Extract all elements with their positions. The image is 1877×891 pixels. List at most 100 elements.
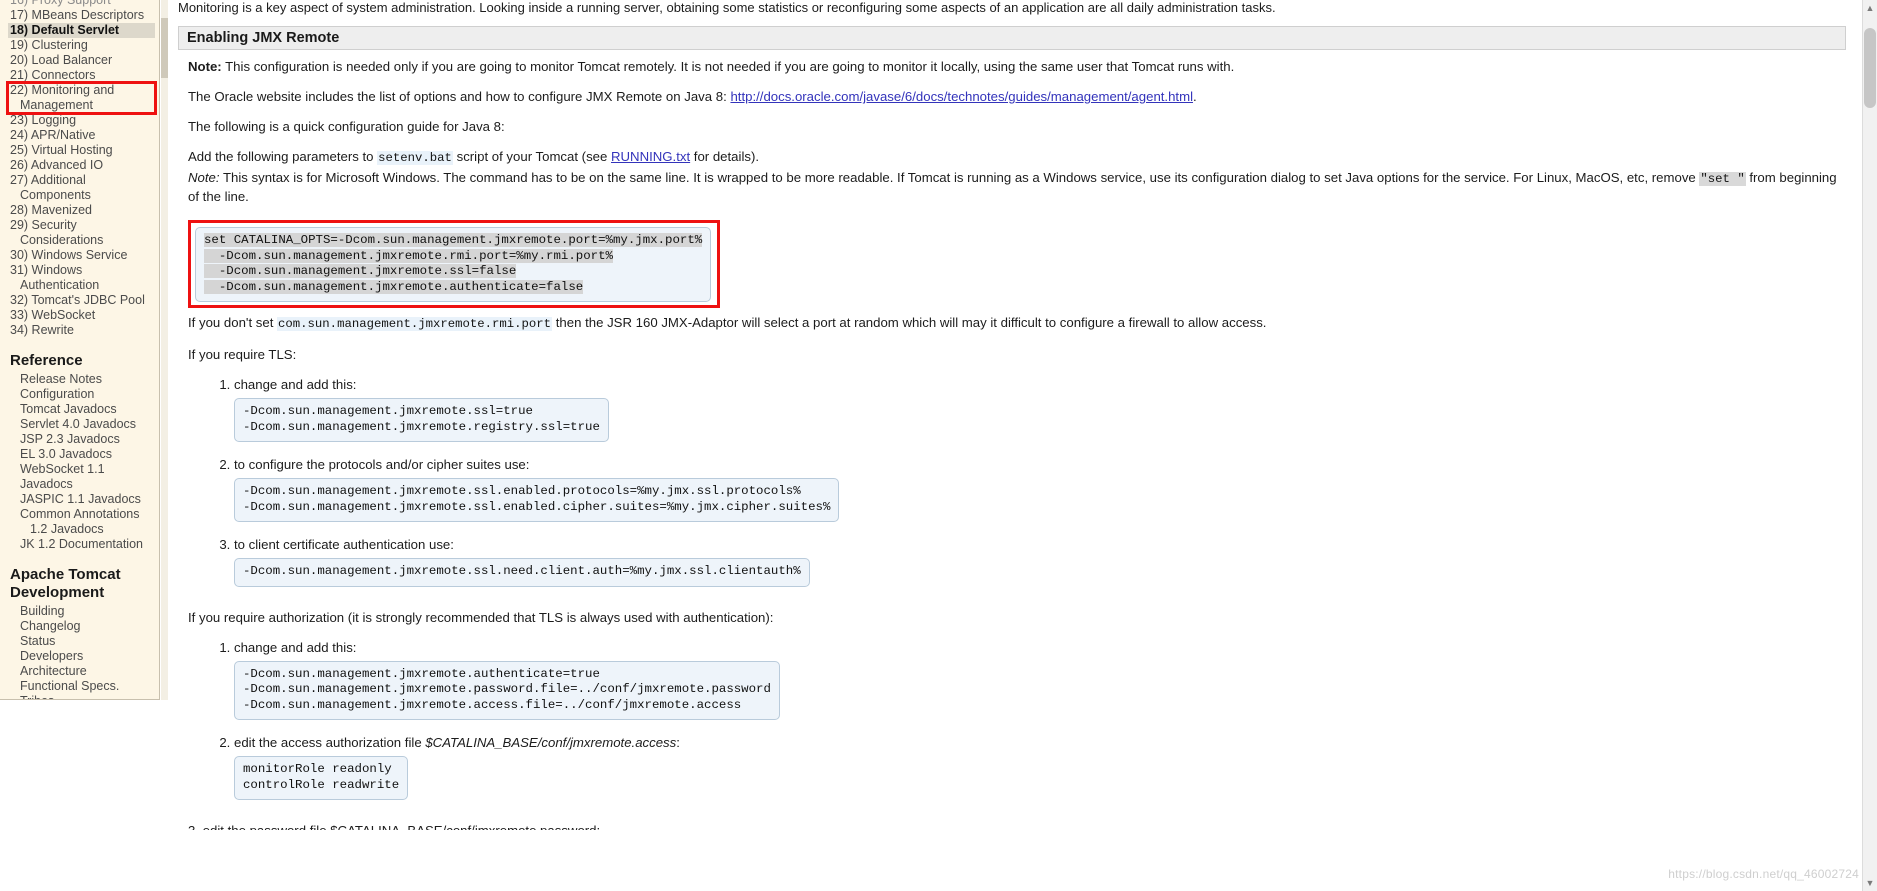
- sidebar-development-item-5[interactable]: Functional Specs.: [8, 679, 155, 694]
- syntax-note-paragraph: Note: This syntax is for Microsoft Windo…: [188, 169, 1846, 205]
- rmi-port-property-code: com.sun.management.jmxremote.rmi.port: [277, 317, 553, 331]
- sidebar-item-15[interactable]: 31) Windows Authentication: [8, 263, 155, 293]
- oracle-prefix-text: The Oracle website includes the list of …: [188, 89, 731, 104]
- page-scrollbar-track[interactable]: ▲ ▼: [1862, 0, 1877, 891]
- sidebar-chapter-list: 16) Proxy Support 17) MBeans Descriptors 1…: [6, 0, 157, 338]
- authorization-intro-paragraph: If you require authorization (it is stro…: [188, 609, 774, 625]
- tls-step-label-2: to client certificate authentication use…: [234, 537, 454, 552]
- sidebar-development-item-3[interactable]: Developers: [8, 649, 155, 664]
- code-line-0: set CATALINA_OPTS=-Dcom.sun.management.j…: [204, 233, 703, 247]
- tls-step-0: change and add this: -Dcom.sun.management…: [234, 376, 1846, 454]
- code-line-1: -Dcom.sun.management.jmxremote.rmi.port=…: [204, 248, 613, 263]
- sidebar-item-5[interactable]: 21) Connectors: [8, 68, 155, 83]
- sidebar-reference-item-9[interactable]: 1.2 Javadocs: [8, 522, 155, 537]
- main-content: Monitoring is a key aspect of system adm…: [168, 0, 1858, 891]
- sidebar-scrollbar-thumb[interactable]: [161, 18, 168, 78]
- rmi-suffix-text: then the JSR 160 JMX-Adaptor will select…: [552, 315, 1267, 330]
- catalina-opts-code-lines: set CATALINA_OPTS=-Dcom.sun.management.j…: [204, 233, 703, 295]
- running-txt-link[interactable]: RUNNING.txt: [611, 149, 690, 164]
- highlighted-code-region: set CATALINA_OPTS=-Dcom.sun.management.j…: [188, 220, 721, 308]
- set-keyword-code: "set ": [1699, 172, 1746, 186]
- tls-code-1-line-1: -Dcom.sun.management.jmxremote.ssl.enabl…: [243, 499, 831, 514]
- sidebar-item-1[interactable]: 17) MBeans Descriptors: [8, 8, 155, 23]
- sidebar-scrollbar-track[interactable]: [161, 0, 168, 700]
- sidebar-item-14[interactable]: 30) Windows Service: [8, 248, 155, 263]
- add-params-suffix-text: for details).: [690, 149, 760, 164]
- sidebar-item-4[interactable]: 20) Load Balancer: [8, 53, 155, 68]
- sidebar-reference-item-5[interactable]: EL 3.0 Javadocs: [8, 447, 155, 462]
- sidebar-reference-item-10[interactable]: JK 1.2 Documentation: [8, 537, 155, 552]
- authz-step-label-0: change and add this:: [234, 639, 357, 655]
- oracle-website-paragraph: The Oracle website includes the list of …: [188, 88, 1846, 105]
- add-parameters-paragraph: Add the following parameters to setenv.b…: [188, 148, 1846, 167]
- syntax-note-label: Note:: [188, 170, 220, 185]
- tls-step-label-0: change and add this:: [234, 377, 357, 392]
- authz-code-0-line-1: -Dcom.sun.management.jmxremote.password.…: [243, 682, 771, 696]
- authz-step-1: edit the access authorization file $CATA…: [234, 734, 1846, 812]
- scroll-up-arrow-icon[interactable]: ▲: [1865, 3, 1875, 13]
- sidebar-reference-list: Release Notes Configuration Tomcat Javadoc…: [8, 372, 155, 552]
- sidebar-heading-development: Apache Tomcat Development: [10, 566, 121, 601]
- authz-step-0: change and add this: -Dcom.sun.management…: [234, 639, 1846, 733]
- sidebar-reference-item-7[interactable]: JASPIC 1.1 Javadocs: [8, 492, 155, 507]
- sidebar-item-12[interactable]: 28) Mavenized: [8, 203, 155, 218]
- page-scrollbar-thumb[interactable]: [1864, 28, 1876, 108]
- authz-code-1-line-0: monitorRole readonly: [243, 762, 392, 776]
- clipped-bottom-step: 3. edit the password file $CATALINA_BASE…: [188, 822, 1846, 830]
- tls-steps-list: change and add this: -Dcom.sun.management…: [188, 376, 1846, 599]
- sidebar-development-list: Building Changelog Status Developers Archite…: [8, 604, 155, 699]
- code-line-3: -Dcom.sun.management.jmxremote.authentic…: [204, 279, 584, 294]
- authorization-steps-list: change and add this: -Dcom.sun.management…: [188, 639, 1846, 813]
- sidebar-development-item-6[interactable]: Tribes: [8, 694, 155, 699]
- authz-code-1-line-1: controlRole readwrite: [243, 777, 400, 792]
- catalina-opts-code-block: set CATALINA_OPTS=-Dcom.sun.management.j…: [195, 227, 712, 302]
- sidebar-item-18[interactable]: 34) Rewrite: [8, 323, 155, 338]
- sidebar-item-9[interactable]: 25) Virtual Hosting: [8, 143, 155, 158]
- authz-code-0-line-2: -Dcom.sun.management.jmxremote.access.fi…: [243, 697, 742, 712]
- authz-step-label-1: edit the access authorization file $CATA…: [234, 735, 680, 750]
- sidebar-item-8[interactable]: 24) APR/Native: [8, 128, 155, 143]
- quick-guide-paragraph: The following is a quick configuration g…: [188, 119, 505, 134]
- sidebar-development-item-1[interactable]: Changelog: [8, 619, 155, 634]
- sidebar-item-16[interactable]: 32) Tomcat's JDBC Pool: [8, 293, 155, 308]
- oracle-suffix-text: .: [1193, 89, 1197, 104]
- tls-intro-paragraph: If you require TLS:: [188, 347, 297, 362]
- sidebar-reference-item-8[interactable]: Common Annotations: [8, 507, 155, 522]
- sidebar-development-item-2[interactable]: Status: [8, 634, 155, 649]
- tls-code-2: -Dcom.sun.management.jmxremote.ssl.need.…: [234, 558, 810, 587]
- sidebar-item-6[interactable]: 22) Monitoring and Management: [6, 81, 157, 115]
- sidebar-item-7[interactable]: 23) Logging: [8, 113, 155, 128]
- sidebar-item-3[interactable]: 19) Clustering: [8, 38, 155, 53]
- tls-code-1: -Dcom.sun.management.jmxremote.ssl.enabl…: [234, 478, 840, 522]
- tls-code-0: -Dcom.sun.management.jmxremote.ssl=true -…: [234, 398, 609, 442]
- intro-paragraph-clipped: Monitoring is a key aspect of system adm…: [178, 0, 1276, 15]
- scroll-down-arrow-icon[interactable]: ▼: [1865, 878, 1875, 888]
- sidebar-heading-reference: Reference: [10, 352, 83, 369]
- tls-code-0-line-1: -Dcom.sun.management.jmxremote.registry.…: [243, 419, 600, 434]
- sidebar-item-10[interactable]: 26) Advanced IO: [8, 158, 155, 173]
- section-title-enabling-jmx-remote: Enabling JMX Remote: [178, 26, 1846, 50]
- syntax-note-text: This syntax is for Microsoft Windows. Th…: [219, 170, 1700, 185]
- oracle-agent-doc-link[interactable]: http://docs.oracle.com/javase/6/docs/tec…: [730, 89, 1193, 104]
- sidebar-reference-item-3[interactable]: Servlet 4.0 Javadocs: [8, 417, 155, 432]
- sidebar-reference-item-2[interactable]: Tomcat Javadocs: [8, 402, 155, 417]
- sidebar-item-13[interactable]: 29) Security Considerations: [8, 218, 155, 248]
- sidebar-navigation: 16) Proxy Support 17) MBeans Descriptors 1…: [0, 0, 160, 700]
- tls-code-1-line-0: -Dcom.sun.management.jmxremote.ssl.enabl…: [243, 484, 801, 498]
- sidebar-development-item-4[interactable]: Architecture: [8, 664, 155, 679]
- sidebar-reference-item-6[interactable]: WebSocket 1.1 Javadocs: [8, 462, 155, 492]
- sidebar-item-17[interactable]: 33) WebSocket: [8, 308, 155, 323]
- sidebar-item-11[interactable]: 27) Additional Components: [8, 173, 155, 203]
- sidebar-development-item-0[interactable]: Building: [8, 604, 155, 619]
- authz-code-1: monitorRole readonly controlRole readwrit…: [234, 756, 409, 800]
- tls-step-1: to configure the protocols and/or cipher…: [234, 456, 1846, 534]
- sidebar-reference-item-1[interactable]: Configuration: [8, 387, 155, 402]
- watermark-text: https://blog.csdn.net/qq_46002724: [1668, 867, 1859, 881]
- sidebar-reference-item-4[interactable]: JSP 2.3 Javadocs: [8, 432, 155, 447]
- rmi-port-paragraph: If you don't set com.sun.management.jmxr…: [188, 314, 1846, 333]
- sidebar-reference-item-0[interactable]: Release Notes: [8, 372, 155, 387]
- sidebar-item-2[interactable]: 18) Default Servlet: [8, 23, 155, 38]
- authz-code-0-line-0: -Dcom.sun.management.jmxremote.authentic…: [243, 666, 600, 681]
- rmi-prefix-text: If you don't set: [188, 315, 278, 330]
- sidebar-item-0[interactable]: 16) Proxy Support: [8, 0, 155, 8]
